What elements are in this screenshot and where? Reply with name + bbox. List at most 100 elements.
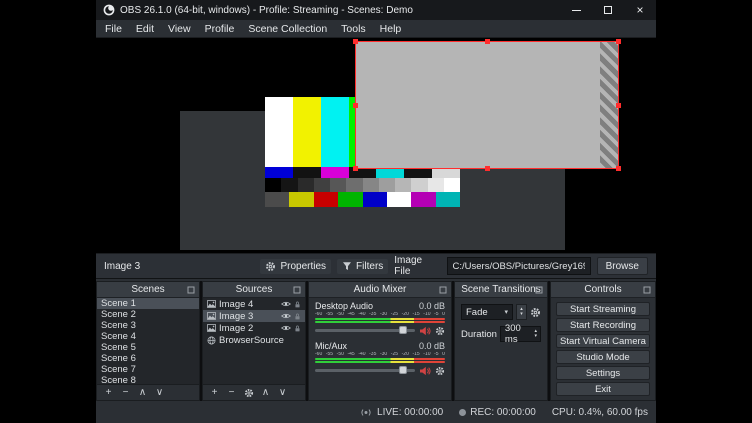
filters-button[interactable]: Filters <box>337 259 388 274</box>
visibility-eye-icon[interactable] <box>281 300 291 308</box>
rec-timer: REC: 00:00:00 <box>470 407 536 418</box>
remove-scene-button[interactable]: − <box>118 386 133 399</box>
source-item[interactable]: Image 4 <box>203 298 305 310</box>
lock-icon[interactable] <box>294 300 301 309</box>
properties-button[interactable]: Properties <box>260 259 331 274</box>
visibility-eye-icon[interactable] <box>281 312 291 320</box>
resize-handle[interactable] <box>616 166 621 171</box>
minimize-button[interactable] <box>560 0 592 20</box>
scene-item[interactable]: Scene 7 <box>97 364 199 375</box>
dock-float-icon[interactable] <box>187 286 195 294</box>
bars-gradient <box>265 178 460 192</box>
resize-handle[interactable] <box>616 103 621 108</box>
mixer-channel-mic-aux: Mic/Aux 0.0 dB -60-55-50-45-40-35-30-25-… <box>315 341 445 377</box>
settings-button[interactable]: Settings <box>556 366 650 380</box>
dock-float-icon[interactable] <box>293 286 301 294</box>
source-up-button[interactable]: ∧ <box>258 386 273 399</box>
scenes-panel: Scenes Scene 1 Scene 2 Scene 3 Scene 4 S… <box>96 281 200 401</box>
start-streaming-button[interactable]: Start Streaming <box>556 302 650 316</box>
volume-slider-handle[interactable] <box>399 326 407 334</box>
mute-speaker-icon[interactable] <box>419 366 431 376</box>
resize-handle[interactable] <box>353 39 358 44</box>
menu-scene-collection[interactable]: Scene Collection <box>241 20 334 37</box>
dock-float-icon[interactable] <box>643 286 651 294</box>
studio-mode-button[interactable]: Studio Mode <box>556 350 650 364</box>
close-button[interactable]: × <box>624 0 656 20</box>
obs-window: OBS 26.1.0 (64-bit, windows) - Profile: … <box>96 0 656 423</box>
transition-settings-gear-icon[interactable] <box>530 307 541 318</box>
scene-item[interactable]: Scene 8 <box>97 375 199 384</box>
audio-mixer-title: Audio Mixer <box>354 284 407 295</box>
source-item[interactable]: Image 2 <box>203 322 305 334</box>
mute-speaker-icon[interactable] <box>419 326 431 336</box>
image-source-icon <box>207 312 216 320</box>
scene-down-button[interactable]: ∨ <box>152 386 167 399</box>
resize-handle[interactable] <box>485 39 490 44</box>
source-down-button[interactable]: ∨ <box>275 386 290 399</box>
chevron-down-icon: ▾ <box>504 308 508 316</box>
lock-icon[interactable] <box>294 312 301 321</box>
menubar: File Edit View Profile Scene Collection … <box>96 20 656 38</box>
add-source-button[interactable]: + <box>207 386 222 399</box>
resize-handle[interactable] <box>485 166 490 171</box>
transition-select[interactable]: Fade ▾ <box>461 304 513 320</box>
source-item[interactable]: BrowserSource <box>203 334 305 346</box>
add-scene-button[interactable]: + <box>101 386 116 399</box>
dock-area: Scenes Scene 1 Scene 2 Scene 3 Scene 4 S… <box>96 281 656 401</box>
duration-value: 300 ms <box>505 323 532 345</box>
remove-source-button[interactable]: − <box>224 386 239 399</box>
menu-help[interactable]: Help <box>373 20 409 37</box>
gear-icon <box>265 261 276 272</box>
controls-header[interactable]: Controls <box>551 282 655 298</box>
broadcast-icon <box>359 408 373 417</box>
scene-item[interactable]: Scene 3 <box>97 320 199 331</box>
resize-handle[interactable] <box>616 39 621 44</box>
resize-handle[interactable] <box>353 166 358 171</box>
source-properties-button[interactable] <box>241 386 256 399</box>
scene-item[interactable]: Scene 4 <box>97 331 199 342</box>
controls-title: Controls <box>584 284 621 295</box>
selected-source-name: Image 3 <box>104 261 254 272</box>
menu-profile[interactable]: Profile <box>198 20 242 37</box>
scene-up-button[interactable]: ∧ <box>135 386 150 399</box>
volume-slider[interactable] <box>315 369 415 372</box>
sources-toolbar: + − ∧ ∨ <box>203 384 305 400</box>
menu-tools[interactable]: Tools <box>334 20 373 37</box>
visibility-eye-icon[interactable] <box>281 324 291 332</box>
scene-item[interactable]: Scene 2 <box>97 309 199 320</box>
spinbox-arrows[interactable]: ▴▾ <box>531 329 540 339</box>
controls-panel: Controls Start Streaming Start Recording… <box>550 281 656 401</box>
scene-item[interactable]: Scene 5 <box>97 342 199 353</box>
audio-mixer-header[interactable]: Audio Mixer <box>309 282 451 298</box>
exit-button[interactable]: Exit <box>556 382 650 396</box>
resize-handle[interactable] <box>353 103 358 108</box>
transition-spinner[interactable]: ▴▾ <box>516 304 527 320</box>
scene-item[interactable]: Scene 1 <box>97 298 199 309</box>
menu-edit[interactable]: Edit <box>129 20 161 37</box>
transitions-panel: Scene Transitions Fade ▾ ▴▾ Duration 300… <box>454 281 548 401</box>
channel-name: Mic/Aux <box>315 341 347 351</box>
duration-spinbox[interactable]: 300 ms ▴▾ <box>500 326 541 342</box>
dock-float-icon[interactable] <box>535 286 543 294</box>
browse-button[interactable]: Browse <box>597 257 649 275</box>
scenes-header[interactable]: Scenes <box>97 282 199 298</box>
start-virtual-camera-button[interactable]: Start Virtual Camera <box>556 334 650 348</box>
dock-float-icon[interactable] <box>439 286 447 294</box>
transitions-header[interactable]: Scene Transitions <box>455 282 547 298</box>
maximize-button[interactable] <box>592 0 624 20</box>
image-file-input[interactable] <box>447 257 591 275</box>
channel-settings-gear-icon[interactable] <box>435 366 445 376</box>
cpu-fps-text: CPU: 0.4%, 60.00 fps <box>552 407 648 418</box>
volume-slider[interactable] <box>315 329 415 332</box>
sources-header[interactable]: Sources <box>203 282 305 298</box>
preview-canvas[interactable] <box>96 38 656 253</box>
source-item[interactable]: Image 3 <box>203 310 305 322</box>
channel-settings-gear-icon[interactable] <box>435 326 445 336</box>
start-recording-button[interactable]: Start Recording <box>556 318 650 332</box>
channel-level: 0.0 dB <box>419 341 445 351</box>
menu-view[interactable]: View <box>161 20 198 37</box>
menu-file[interactable]: File <box>98 20 129 37</box>
volume-slider-handle[interactable] <box>399 366 407 374</box>
lock-icon[interactable] <box>294 324 301 333</box>
scene-item[interactable]: Scene 6 <box>97 353 199 364</box>
